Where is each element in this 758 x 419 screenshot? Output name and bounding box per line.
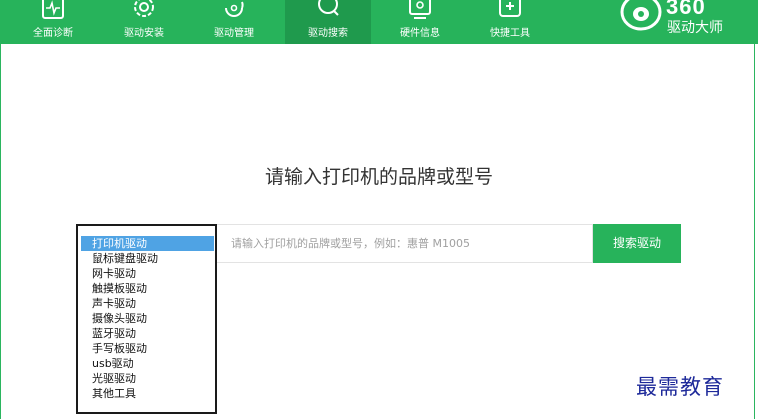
- nav-item-driver-search[interactable]: 驱动搜索: [285, 0, 371, 44]
- category-option-touchpad[interactable]: 触摸板驱动: [92, 281, 147, 296]
- content-frame-left-border: [0, 44, 1, 419]
- nav-label: 驱动安装: [124, 28, 164, 39]
- monitor-pulse-icon: [40, 0, 66, 30]
- category-option-other-tools[interactable]: 其他工具: [92, 386, 136, 401]
- search-input[interactable]: [217, 224, 593, 263]
- category-option-camera[interactable]: 摄像头驱动: [92, 311, 147, 326]
- nav-item-driver-install[interactable]: 驱动安装: [105, 0, 183, 44]
- nav-label: 全面诊断: [33, 28, 73, 39]
- nav-label: 驱动管理: [214, 28, 254, 39]
- toolbox-icon: [497, 0, 523, 30]
- category-option-printer[interactable]: 打印机驱动: [81, 236, 214, 251]
- monitor-user-icon: [407, 0, 433, 30]
- category-option-mouse-keyboard[interactable]: 鼠标键盘驱动: [92, 251, 158, 266]
- nav-label: 硬件信息: [400, 28, 440, 39]
- watermark-text: 最需教育: [636, 375, 724, 399]
- search-icon: [315, 0, 341, 30]
- nav-item-full-diagnosis[interactable]: 全面诊断: [14, 0, 92, 44]
- refresh-icon: [221, 0, 247, 30]
- category-option-network[interactable]: 网卡驱动: [92, 266, 136, 281]
- nav-item-quick-tools[interactable]: 快捷工具: [471, 0, 549, 44]
- nav-label: 快捷工具: [490, 28, 530, 39]
- brand-logo: 360 驱动大师: [620, 0, 758, 44]
- gear-icon: [131, 0, 157, 30]
- top-nav-bar: 全面诊断 驱动安装 驱动管理 驱动搜索 硬件信息 快捷工具 360 驱动大师: [0, 0, 758, 44]
- category-option-usb[interactable]: usb驱动: [92, 356, 134, 371]
- category-dropdown-list[interactable]: 打印机驱动 鼠标键盘驱动 网卡驱动 触摸板驱动 声卡驱动 摄像头驱动 蓝牙驱动 …: [76, 224, 217, 414]
- category-option-tablet[interactable]: 手写板驱动: [92, 341, 147, 356]
- category-option-bluetooth[interactable]: 蓝牙驱动: [92, 326, 136, 341]
- search-headline: 请输入打印机的品牌或型号: [264, 166, 493, 188]
- nav-label: 驱动搜索: [308, 28, 348, 39]
- brand-name-bottom: 驱动大师: [667, 20, 723, 36]
- content-frame-right-border: [754, 44, 755, 419]
- 360-shield-logo-icon: [620, 0, 662, 40]
- category-option-optical[interactable]: 光驱驱动: [92, 371, 136, 386]
- search-driver-button[interactable]: 搜索驱动: [593, 224, 681, 263]
- nav-item-driver-manage[interactable]: 驱动管理: [195, 0, 273, 44]
- category-option-sound[interactable]: 声卡驱动: [92, 296, 136, 311]
- nav-item-hardware-info[interactable]: 硬件信息: [381, 0, 459, 44]
